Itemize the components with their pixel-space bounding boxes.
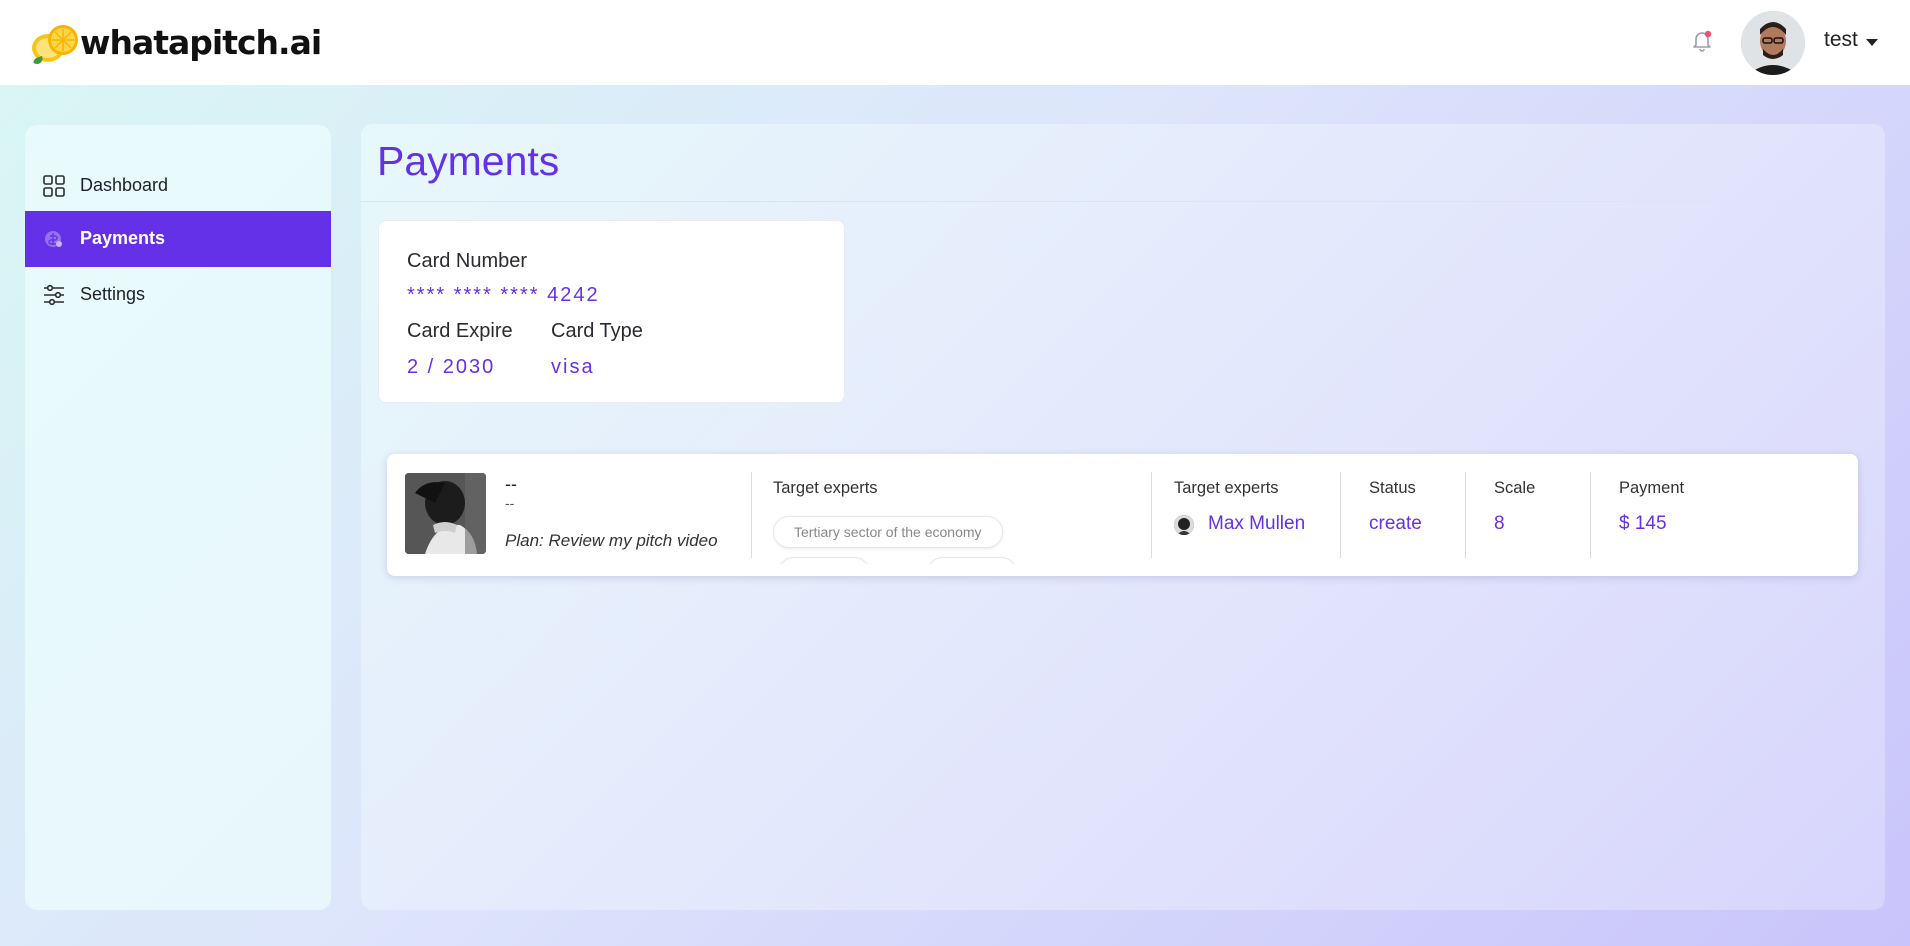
card-expire-value: 2 / 2030	[407, 356, 496, 378]
tag-chip-hidden[interactable]	[778, 557, 870, 564]
payment-header: Payment	[1619, 479, 1685, 497]
pitch-subtitle: --	[505, 495, 515, 511]
expert-avatar	[1174, 515, 1194, 535]
card-type-value: visa	[551, 356, 595, 378]
user-avatar[interactable]	[1741, 11, 1805, 75]
chevron-down-icon[interactable]	[1866, 39, 1878, 46]
tags-container: Tertiary sector of the economy	[773, 514, 1103, 564]
target-experts-header-2: Target experts	[1174, 479, 1279, 497]
sliders-icon	[42, 283, 66, 307]
sidebar: Dashboard Payments Settings	[25, 125, 331, 910]
notification-dot	[1704, 30, 1712, 38]
sidebar-item-label: Dashboard	[80, 175, 169, 195]
user-menu-name[interactable]: test	[1824, 28, 1858, 52]
payment-value: $ 145	[1619, 513, 1667, 534]
target-experts-header: Target experts	[773, 479, 878, 497]
plan-label: Plan: Review my pitch video	[505, 531, 718, 550]
card-number-label: Card Number	[407, 250, 528, 272]
grid-icon	[42, 174, 66, 198]
status-value: create	[1369, 513, 1422, 534]
card-expire-label: Card Expire	[407, 320, 513, 342]
column-divider	[1340, 472, 1341, 558]
tag-chip-hidden[interactable]	[927, 557, 1017, 564]
payment-row[interactable]: -- -- Plan: Review my pitch video Target…	[387, 454, 1858, 576]
sidebar-item-dashboard[interactable]: Dashboard	[25, 158, 331, 214]
title-divider	[361, 201, 1885, 202]
column-divider	[1465, 472, 1466, 558]
page-title: Payments	[377, 138, 560, 184]
column-divider	[751, 472, 752, 558]
payment-shield-icon	[42, 227, 66, 251]
main-panel: Payments Card Number **** **** **** 4242…	[361, 124, 1885, 910]
expert-name-link[interactable]: Max Mullen	[1208, 513, 1305, 535]
tag-chip[interactable]: Tertiary sector of the economy	[773, 516, 1003, 548]
payment-card-info: Card Number **** **** **** 4242 Card Exp…	[378, 220, 845, 403]
status-header: Status	[1369, 479, 1416, 497]
sidebar-item-label: Settings	[80, 284, 146, 304]
card-type-label: Card Type	[551, 320, 643, 342]
notification-bell-icon[interactable]	[1689, 28, 1715, 54]
pitch-thumbnail[interactable]	[405, 473, 486, 554]
column-divider	[1151, 472, 1152, 558]
brand-logo[interactable]: whatapitch.ai	[28, 18, 322, 66]
scale-value: 8	[1494, 513, 1505, 534]
card-number-value: **** **** **** 4242	[407, 284, 600, 306]
scale-header: Scale	[1494, 479, 1536, 497]
top-bar: whatapitch.ai test	[0, 0, 1910, 85]
brand-name: whatapitch.ai	[80, 22, 322, 62]
sidebar-item-payments[interactable]: Payments	[25, 211, 331, 267]
sidebar-item-label: Payments	[80, 228, 166, 248]
sidebar-item-settings[interactable]: Settings	[25, 267, 331, 323]
column-divider	[1590, 472, 1591, 558]
lemon-logo-icon	[28, 18, 82, 66]
pitch-title: --	[505, 474, 517, 494]
